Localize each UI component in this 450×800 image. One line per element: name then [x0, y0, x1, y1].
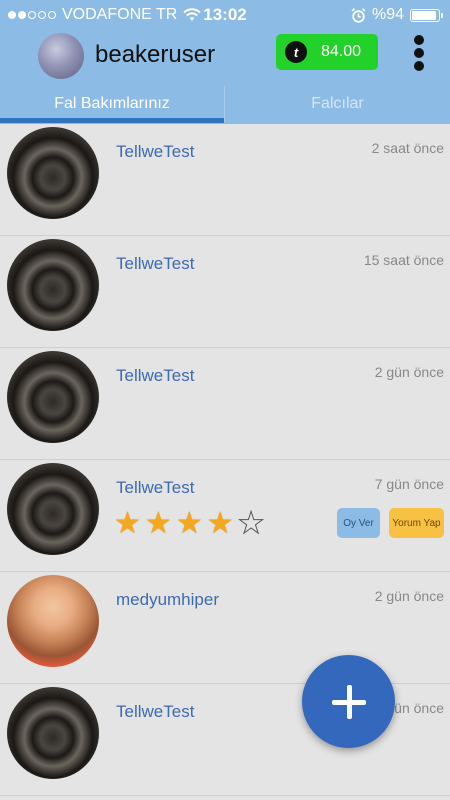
item-time: 15 saat önce — [363, 252, 444, 268]
avatar — [7, 687, 99, 779]
comment-button[interactable]: Yorum Yap — [389, 508, 444, 538]
item-name: TellweTest — [116, 366, 195, 385]
currency-icon: t — [285, 41, 307, 63]
avatar — [7, 575, 99, 667]
battery-percent: %94 — [371, 6, 404, 23]
user-row: beakeruser t 84.00 — [0, 30, 450, 82]
more-menu-button[interactable] — [409, 30, 429, 76]
item-name: TellweTest — [116, 254, 195, 273]
vote-button[interactable]: Oy Ver — [337, 508, 380, 538]
item-time: 7 gün önce — [374, 476, 444, 492]
item-name: TellweTest — [116, 478, 195, 497]
list-item[interactable]: TellweTest 2 gün önce — [0, 348, 450, 460]
list-item[interactable]: medyumhiper 2 gün önce — [0, 572, 450, 684]
list-item[interactable]: TellweTest 2 saat önce — [0, 124, 450, 236]
item-time: 2 saat önce — [371, 140, 444, 156]
status-right: %94 — [351, 6, 443, 24]
tab-falcilar[interactable]: Falcılar — [225, 84, 450, 124]
star-icon[interactable]: ★ — [145, 509, 172, 539]
list-item[interactable]: TellweTest 7 gün önce ★ ★ ★ ★ ★ Oy Ver Y… — [0, 460, 450, 572]
user-avatar[interactable] — [38, 33, 84, 79]
star-rating[interactable]: ★ ★ ★ ★ ★ — [114, 508, 265, 539]
menu-dot — [414, 61, 424, 71]
avatar — [7, 127, 99, 219]
item-name: TellweTest — [116, 142, 195, 161]
battery-fill — [412, 10, 437, 20]
battery-icon — [410, 8, 443, 22]
status-bar: VODAFONE TR 13:02 %94 — [0, 0, 450, 30]
star-icon[interactable]: ★ — [176, 509, 203, 539]
item-time: 2 gün önce — [374, 588, 444, 604]
add-button[interactable] — [302, 655, 395, 748]
item-name: medyumhiper — [116, 590, 219, 609]
list-item[interactable]: TellweTest 15 saat önce — [0, 236, 450, 348]
plus-icon — [331, 684, 366, 719]
app-header: VODAFONE TR 13:02 %94 beakeruser t 84.00… — [0, 0, 450, 124]
avatar — [7, 351, 99, 443]
tab-bar: Fal Bakımlarınız Falcılar — [0, 84, 450, 124]
item-name: TellweTest — [116, 702, 195, 721]
star-icon[interactable]: ★ — [114, 509, 141, 539]
item-time: gün önce — [386, 700, 444, 716]
balance-button[interactable]: t 84.00 — [276, 34, 378, 70]
balance-amount: 84.00 — [321, 43, 362, 60]
menu-dot — [414, 48, 424, 58]
menu-dot — [414, 35, 424, 45]
active-tab-indicator — [0, 118, 224, 123]
star-icon[interactable]: ★ — [207, 509, 234, 539]
avatar — [7, 239, 99, 331]
item-time: 2 gün önce — [374, 364, 444, 380]
username: beakeruser — [95, 41, 216, 68]
star-icon[interactable]: ★ — [237, 508, 265, 539]
alarm-clock-icon — [351, 7, 366, 23]
avatar — [7, 463, 99, 555]
